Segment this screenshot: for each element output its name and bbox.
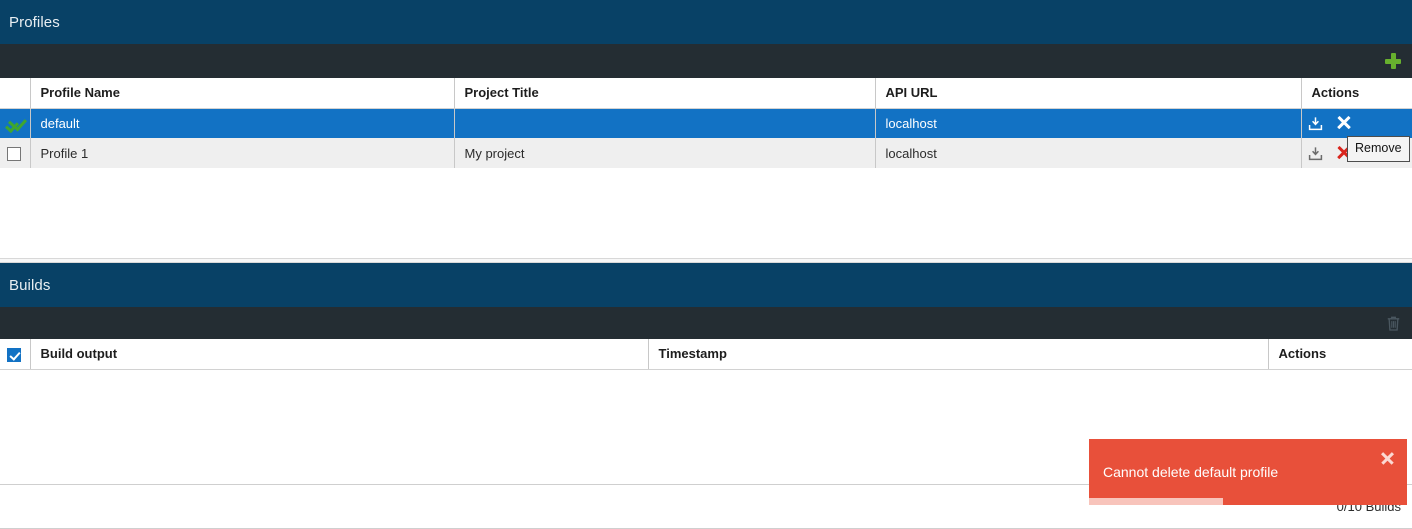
builds-title-label: Builds (9, 276, 51, 294)
profiles-header-api-url[interactable]: API URL (874, 78, 1301, 109)
profiles-title-label: Profiles (9, 13, 60, 31)
profiles-panel-title: Profiles (0, 0, 1412, 44)
export-profile-icon[interactable] (1308, 116, 1323, 131)
remove-tooltip-label: Remove (1355, 141, 1402, 155)
application-window: Profiles Profile Name Project Title API … (0, 0, 1412, 529)
builds-header-build-output[interactable]: Build output (29, 339, 648, 370)
profiles-table-header-row: Profile Name Project Title API URL Actio… (0, 78, 1412, 109)
builds-header-select[interactable] (0, 339, 30, 370)
builds-table-header-row: Build output Timestamp Actions (0, 339, 1412, 370)
profiles-header-profile-name[interactable]: Profile Name (29, 78, 454, 109)
profiles-toolbar (0, 44, 1412, 78)
remove-tooltip: Remove (1347, 136, 1410, 162)
profile-row-default-project-title (453, 108, 875, 138)
profile-row-default-select[interactable] (0, 108, 30, 138)
error-toast: Cannot delete default profile (1089, 439, 1407, 505)
builds-panel-title: Builds (0, 263, 1412, 307)
profile-row-default-name: default (29, 108, 454, 138)
profile-row-1-api-url: localhost (874, 138, 1301, 168)
toast-progress-bar (1089, 498, 1407, 505)
table-row[interactable]: default localhost (0, 108, 1412, 138)
profile-row-1-name: Profile 1 (29, 138, 454, 168)
profiles-panel: Profiles Profile Name Project Title API … (0, 0, 1412, 258)
builds-header-actions: Actions (1267, 339, 1412, 370)
toast-progress-fill (1089, 498, 1223, 505)
close-icon[interactable] (1380, 451, 1395, 466)
profiles-header-actions: Actions (1300, 78, 1412, 109)
builds-table: Build output Timestamp Actions (0, 339, 1412, 370)
profile-row-1-select[interactable] (0, 138, 30, 168)
builds-toolbar (0, 307, 1412, 339)
profile-row-default-api-url: localhost (874, 108, 1301, 138)
profiles-header-select (0, 78, 30, 109)
checkbox-checked-icon[interactable] (7, 347, 21, 362)
profile-row-1-project-title: My project (453, 138, 875, 168)
export-profile-icon[interactable] (1308, 146, 1323, 161)
toast-message: Cannot delete default profile (1103, 464, 1279, 480)
profiles-table: Profile Name Project Title API URL Actio… (0, 78, 1412, 168)
delete-builds-icon[interactable] (1385, 315, 1402, 332)
table-row[interactable]: Profile 1 My project localhost (0, 138, 1412, 168)
check-mark-icon[interactable] (7, 114, 22, 129)
remove-profile-icon[interactable] (1336, 115, 1352, 131)
profiles-header-project-title[interactable]: Project Title (453, 78, 875, 109)
checkbox-unchecked-icon[interactable] (7, 146, 21, 161)
add-profile-icon[interactable] (1384, 52, 1402, 70)
profile-row-default-actions (1300, 108, 1412, 138)
builds-header-timestamp[interactable]: Timestamp (647, 339, 1268, 370)
